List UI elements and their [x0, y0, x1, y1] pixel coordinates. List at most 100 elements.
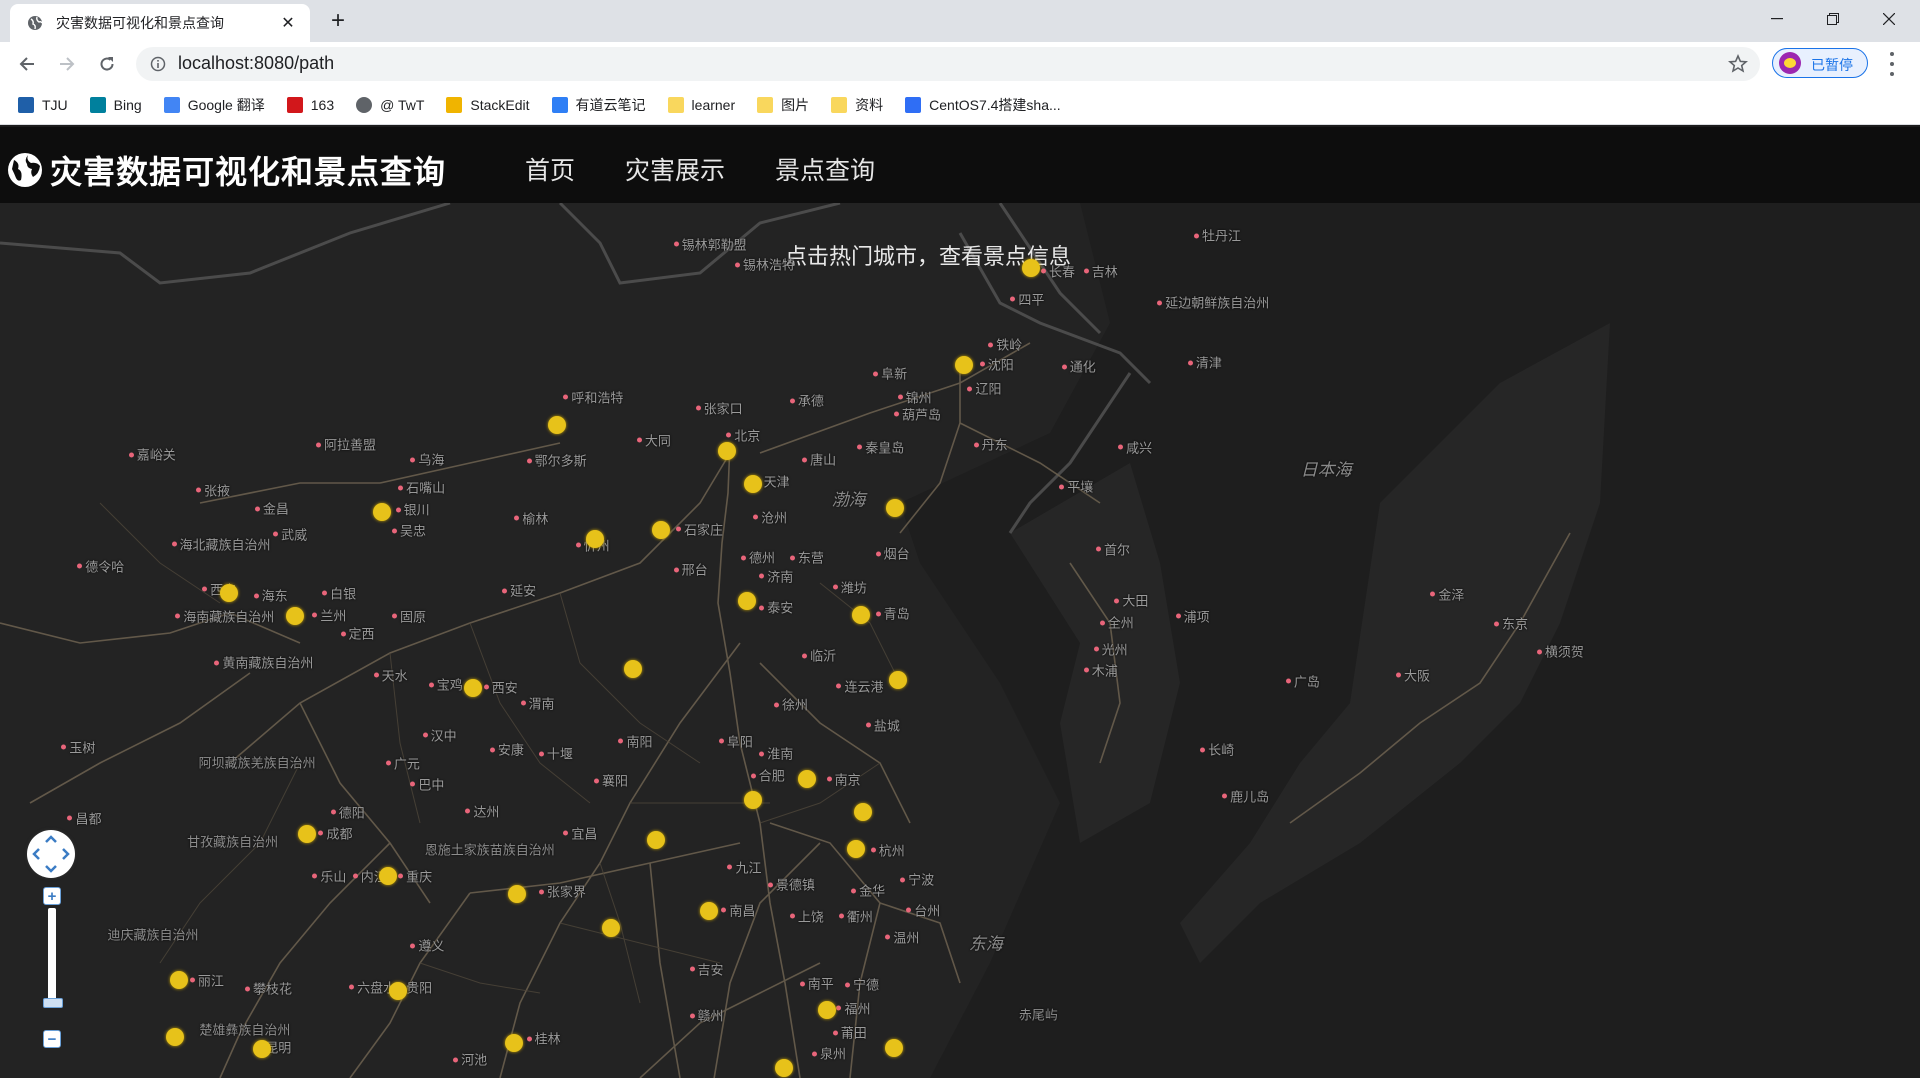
hot-city-marker[interactable] — [854, 802, 873, 821]
city-label: 锡林郭勒盟 — [673, 234, 747, 253]
hot-city-marker[interactable] — [699, 902, 718, 921]
hot-city-marker[interactable] — [774, 1058, 793, 1077]
city-label: 渭南 — [520, 693, 555, 712]
city-label: 锡林浩特 — [734, 255, 795, 274]
city-label: 长春 — [1040, 261, 1075, 280]
bookmark-9[interactable]: 资料 — [831, 91, 883, 119]
nav-disaster-display[interactable]: 灾害展示 — [625, 151, 725, 187]
map-canvas[interactable]: 点击热门城市，查看景点信息 锡林郭勒盟 锡林浩特 长春 吉林 牡丹江 延边朝鲜族自治州 铁岭… — [0, 203, 1920, 1078]
bookmark-6[interactable]: 有道云笔记 — [551, 91, 646, 119]
reload-icon[interactable] — [93, 50, 121, 78]
hot-city-marker[interactable] — [884, 1039, 903, 1058]
city-label: 牡丹江 — [1193, 226, 1241, 245]
hot-city-marker[interactable] — [548, 415, 567, 434]
hot-city-marker[interactable] — [954, 355, 973, 374]
map-pan-control[interactable] — [27, 830, 75, 878]
pan-arrows-icon — [32, 835, 70, 873]
city-label: 金泽 — [1430, 584, 1464, 603]
browser-tab[interactable]: 灾害数据可视化和景点查询 ✕ — [10, 4, 310, 42]
zoom-slider-handle[interactable] — [43, 998, 63, 1008]
city-label: 吉林 — [1083, 261, 1118, 280]
profile-label: 已暂停 — [1811, 57, 1853, 73]
globe-icon — [26, 14, 44, 32]
city-label: 呼和浩特 — [563, 387, 623, 406]
address-bar[interactable]: localhost:8080/path — [136, 47, 1760, 81]
region-label: 恩施土家族苗族自治州 — [424, 842, 555, 858]
city-label: 张掖 — [196, 480, 230, 499]
hot-city-marker[interactable] — [219, 583, 238, 602]
city-label: 邢台 — [673, 560, 708, 579]
city-label: 泰安 — [759, 598, 793, 617]
hot-city-marker[interactable] — [586, 529, 605, 548]
city-label: 丽江 — [189, 970, 224, 989]
nav-home[interactable]: 首页 — [525, 151, 575, 187]
hot-city-marker[interactable] — [169, 970, 188, 989]
bookmark-star-icon[interactable] — [1728, 54, 1748, 74]
hot-city-marker[interactable] — [744, 790, 763, 809]
browser-menu-icon[interactable] — [1882, 52, 1902, 76]
bookmark-2[interactable]: Google 翻译 — [163, 91, 265, 119]
close-tab-icon[interactable]: ✕ — [278, 13, 298, 33]
city-label: 盐城 — [865, 715, 900, 734]
hot-city-marker[interactable] — [817, 1001, 836, 1020]
hot-city-marker[interactable] — [286, 606, 305, 625]
hot-city-marker[interactable] — [744, 474, 763, 493]
bookmark-4[interactable]: @ TwT — [356, 91, 424, 119]
hot-city-marker[interactable] — [379, 866, 398, 885]
close-window-icon[interactable] — [1862, 0, 1916, 38]
city-label: 南昌 — [721, 900, 755, 919]
minimize-icon[interactable] — [1750, 0, 1804, 38]
folder-icon — [667, 97, 684, 113]
hot-city-marker[interactable] — [851, 605, 870, 624]
bookmark-10[interactable]: CentOS7.4搭建sha... — [905, 91, 1061, 119]
city-label: 德州 — [740, 548, 775, 567]
nav-attraction-search[interactable]: 景点查询 — [775, 151, 875, 187]
bookmark-3[interactable]: 163 — [286, 91, 334, 119]
city-label: 成都 — [318, 823, 353, 842]
hot-city-marker[interactable] — [797, 769, 816, 788]
bookmark-7[interactable]: learner — [667, 91, 735, 119]
city-label: 东营 — [789, 548, 824, 567]
bookmark-label: 有道云笔记 — [575, 97, 646, 113]
bookmark-0[interactable]: TJU — [18, 91, 68, 119]
hot-city-marker[interactable] — [507, 884, 526, 903]
bookmark-5[interactable]: StackEdit — [446, 91, 530, 119]
new-tab-button[interactable]: + — [324, 8, 352, 36]
zoom-out-button[interactable]: − — [43, 1030, 61, 1048]
hot-city-marker[interactable] — [373, 502, 392, 521]
city-label: 景德镇 — [767, 875, 815, 894]
site-info-icon[interactable] — [150, 56, 166, 72]
zoom-slider-track[interactable] — [48, 908, 56, 1000]
bookmark-1[interactable]: Bing — [89, 91, 142, 119]
forward-icon[interactable] — [53, 50, 81, 78]
profile-button[interactable]: 已暂停 — [1772, 48, 1868, 78]
restore-icon[interactable] — [1806, 0, 1860, 38]
hot-city-marker[interactable] — [718, 441, 737, 460]
brand[interactable]: 灾害数据可视化和景点查询 — [6, 147, 446, 193]
city-label: 四平 — [1010, 289, 1044, 308]
app-title: 灾害数据可视化和景点查询 — [50, 154, 447, 190]
city-label: 广元 — [385, 753, 420, 772]
zoom-in-button[interactable]: + — [43, 887, 61, 905]
city-label: 宁波 — [900, 870, 934, 889]
city-label: 吴忠 — [391, 521, 426, 540]
city-label: 清津 — [1187, 353, 1222, 372]
hot-city-marker[interactable] — [388, 981, 407, 1000]
hot-city-marker[interactable] — [846, 839, 865, 858]
city-label: 铁岭 — [988, 335, 1022, 354]
hot-city-marker[interactable] — [888, 670, 907, 689]
bookmark-label: TJU — [42, 97, 68, 113]
city-label: 鹿儿岛 — [1222, 786, 1269, 805]
back-icon[interactable] — [13, 50, 41, 78]
city-label: 木浦 — [1083, 660, 1118, 679]
hot-city-marker[interactable] — [624, 659, 643, 678]
bing-icon — [89, 97, 106, 113]
city-label: 南京 — [826, 769, 861, 788]
region-label: 阿坝藏族羌族自治州 — [198, 755, 316, 771]
city-label: 汉中 — [422, 725, 457, 744]
folder-icon — [831, 97, 848, 113]
hot-city-marker[interactable] — [463, 679, 482, 698]
city-label: 阜新 — [873, 364, 907, 383]
bookmark-8[interactable]: 图片 — [757, 91, 809, 119]
city-label: 平壤 — [1059, 477, 1093, 496]
